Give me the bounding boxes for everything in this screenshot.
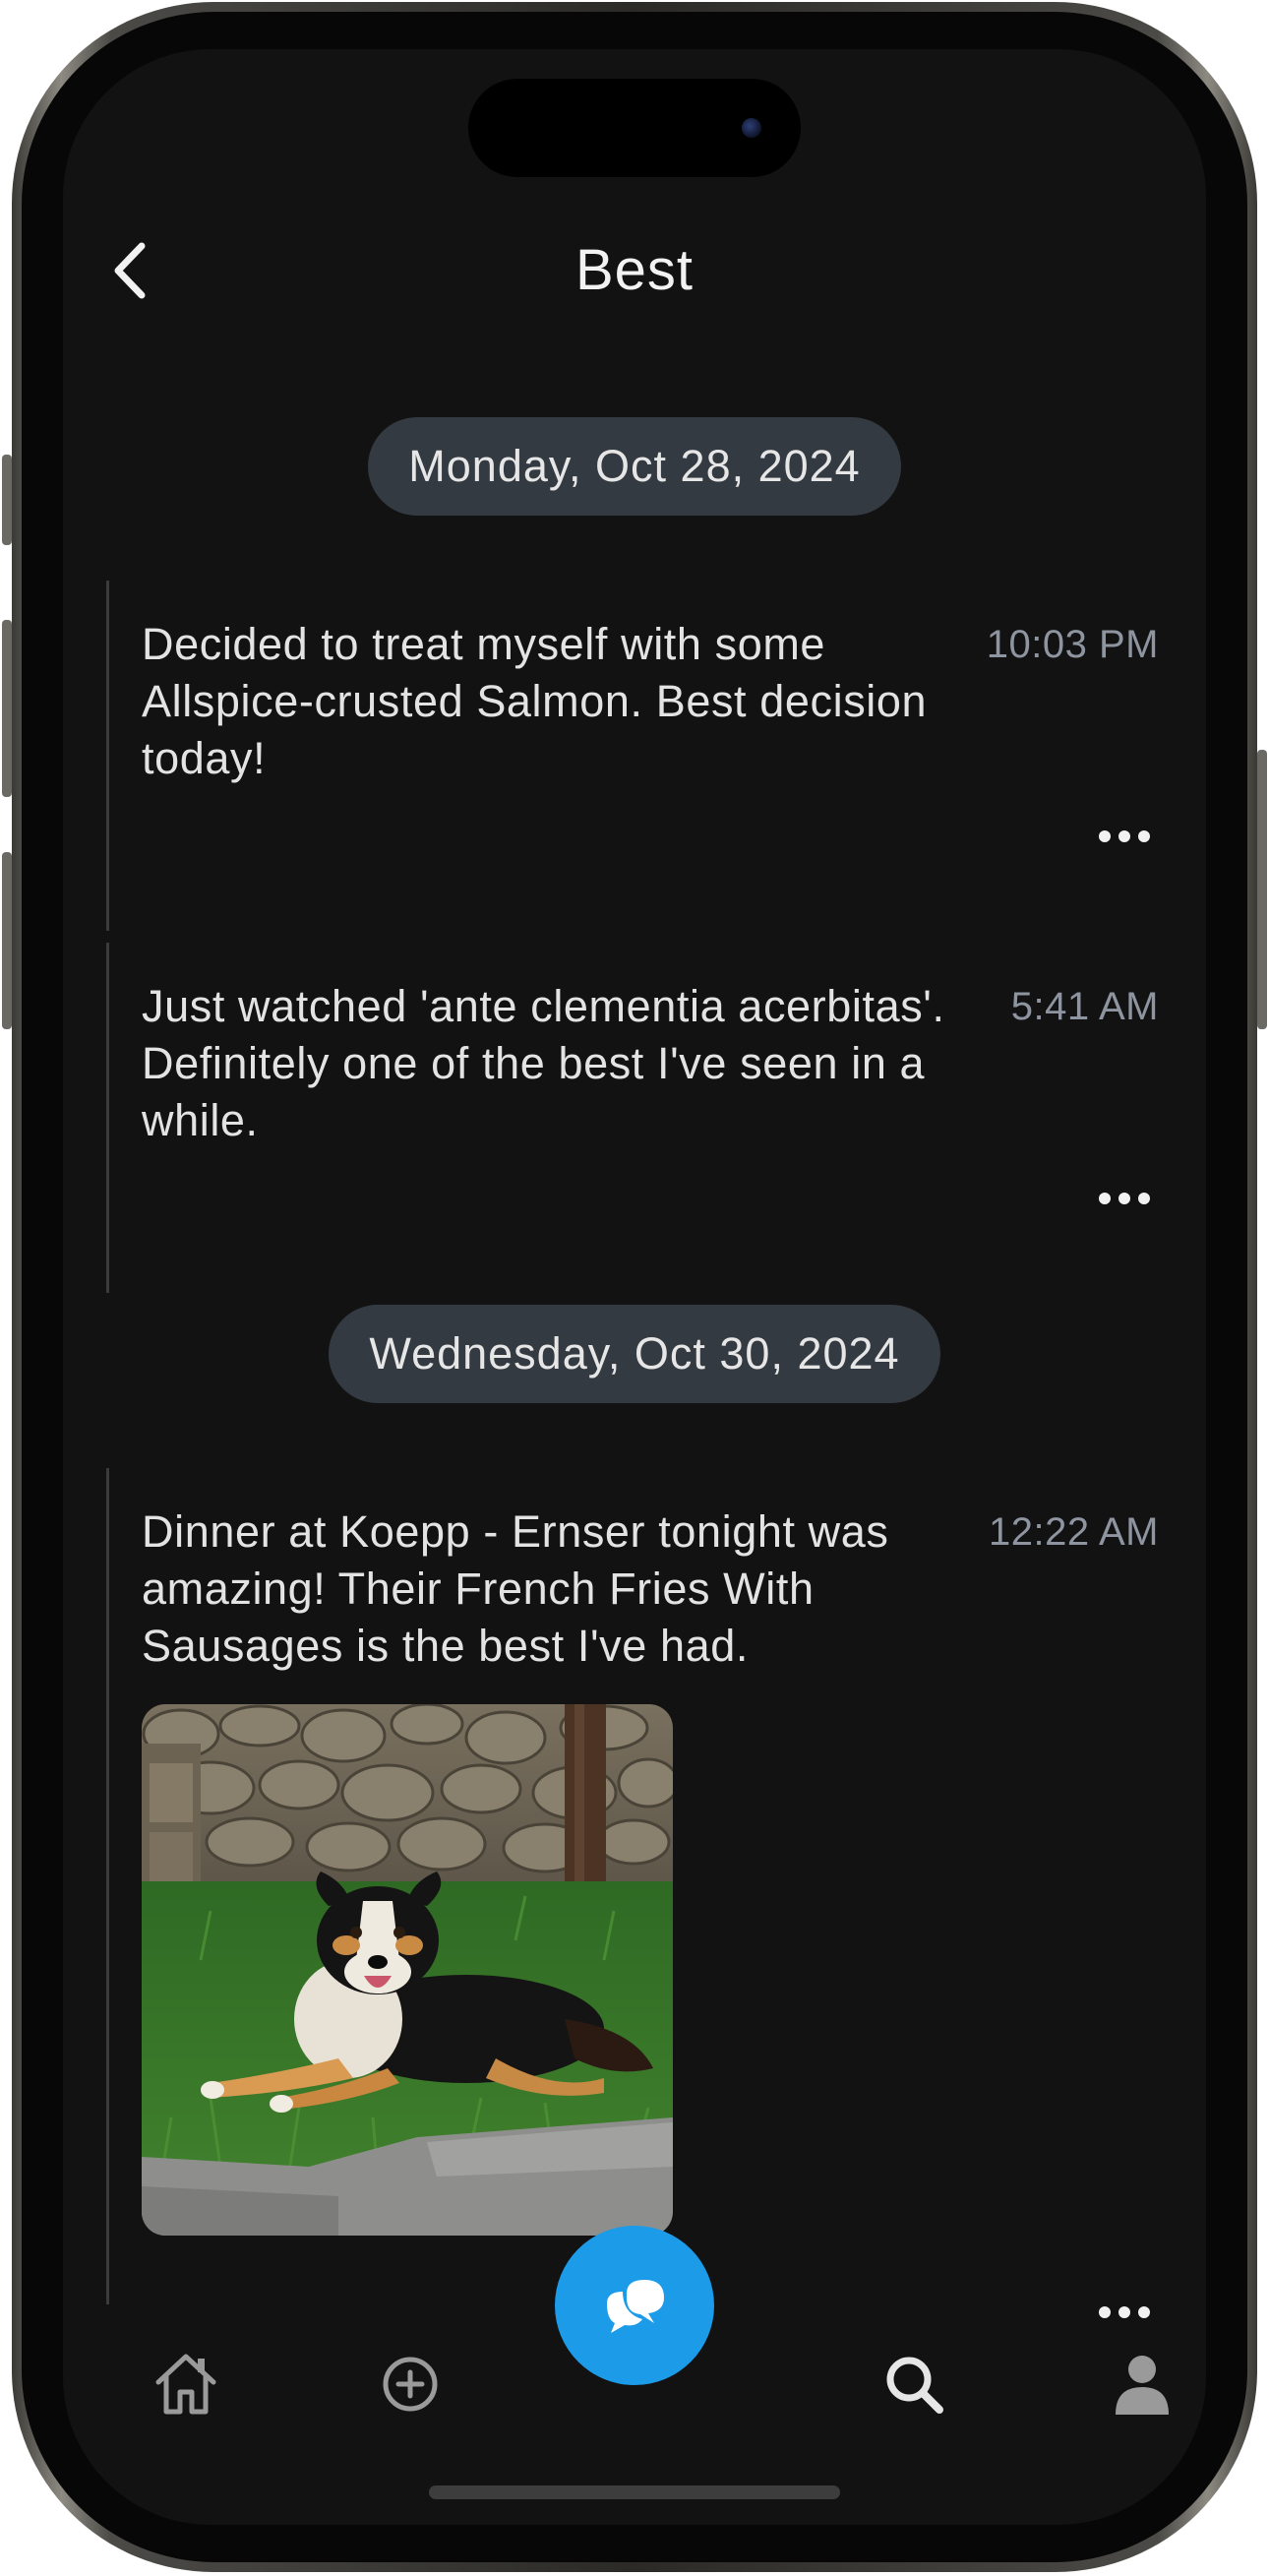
ellipsis-icon	[1099, 1193, 1150, 1204]
entry-photo[interactable]	[142, 1704, 673, 2236]
volume-down-button	[2, 852, 12, 1029]
add-circle-icon	[383, 2357, 438, 2412]
profile-icon	[1116, 2356, 1169, 2415]
tab-search[interactable]	[860, 2330, 968, 2438]
more-options-button[interactable]	[1090, 1179, 1159, 1218]
chat-bubbles-icon	[607, 2280, 664, 2333]
entry-rule	[106, 581, 109, 931]
entry-rule	[106, 943, 109, 1293]
entry-text: Just watched 'ante clementia acerbitas'.…	[142, 981, 945, 1145]
journal-entry: Dinner at Koepp - Ernser tonight was ama…	[106, 1468, 1159, 2318]
entry-time: 12:22 AM	[988, 1510, 1159, 1554]
more-options-button[interactable]	[1090, 2293, 1159, 2332]
home-indicator	[429, 2485, 840, 2499]
front-camera	[742, 118, 761, 138]
tab-profile[interactable]	[1088, 2330, 1196, 2438]
power-button	[1257, 750, 1267, 1029]
app-screen: Best Monday, Oct 28, 2024 Decided to tre…	[63, 49, 1206, 2525]
tab-home[interactable]	[132, 2330, 240, 2438]
date-separator: Wednesday, Oct 30, 2024	[329, 1305, 940, 1403]
dynamic-island	[468, 79, 801, 177]
ellipsis-icon	[1099, 2306, 1150, 2318]
page-title: Best	[574, 238, 695, 302]
search-icon	[886, 2357, 943, 2414]
chat-button[interactable]	[555, 2226, 714, 2385]
entry-text: Decided to treat myself with some Allspi…	[142, 619, 928, 783]
tab-new-entry[interactable]	[356, 2330, 464, 2438]
entry-time: 10:03 PM	[986, 623, 1159, 666]
more-options-button[interactable]	[1090, 817, 1159, 856]
volume-up-button	[2, 620, 12, 797]
date-separator: Monday, Oct 28, 2024	[368, 417, 901, 516]
entry-rule	[106, 1468, 109, 2304]
dog-lying-on-grass-photo	[142, 1704, 673, 2236]
ellipsis-icon	[1099, 830, 1150, 842]
journal-entry: Decided to treat myself with some Allspi…	[106, 581, 1159, 931]
action-button	[2, 455, 12, 545]
home-icon	[155, 2354, 216, 2415]
entry-time: 5:41 AM	[1010, 985, 1159, 1028]
entry-text: Dinner at Koepp - Ernser tonight was ama…	[142, 1506, 889, 1671]
journal-entry: Just watched 'ante clementia acerbitas'.…	[106, 943, 1159, 1293]
